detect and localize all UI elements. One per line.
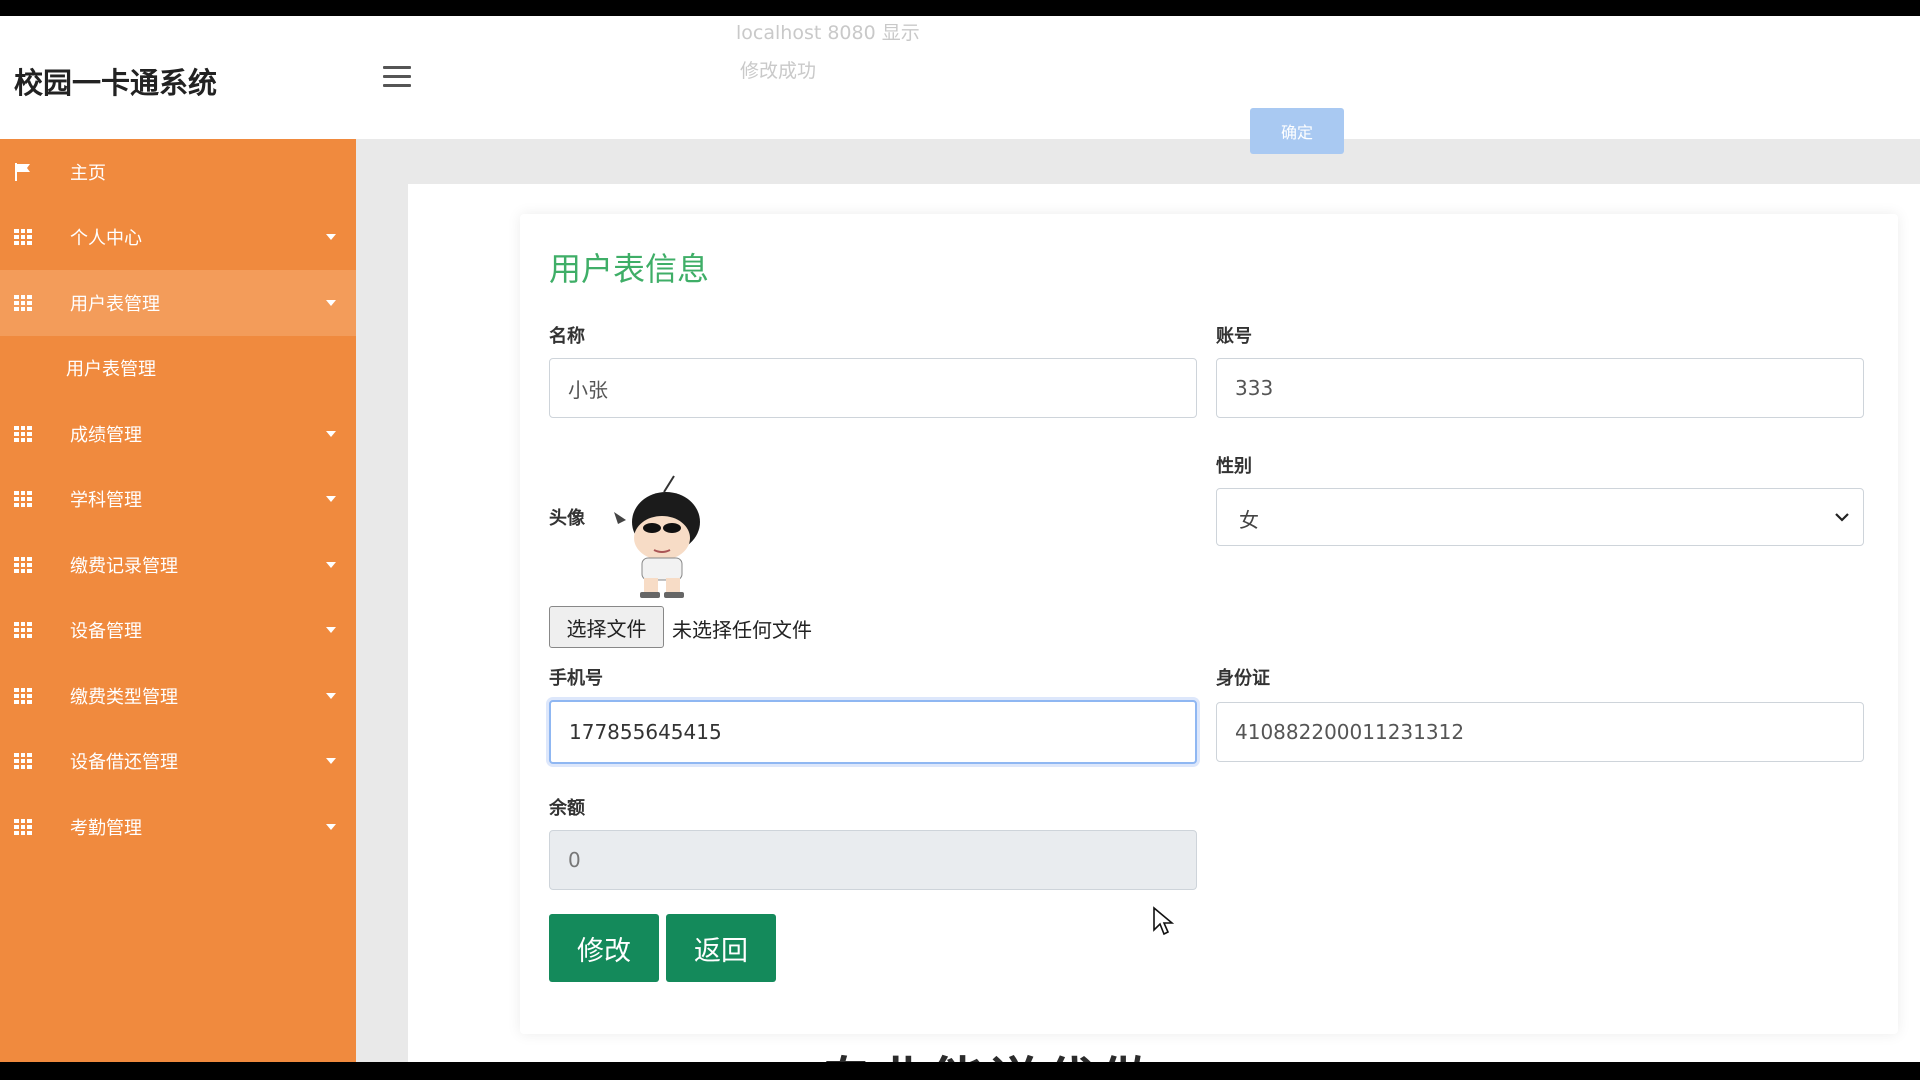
brand-title: 校园一卡通系统 <box>14 66 218 100</box>
grid-icon <box>13 817 33 837</box>
sidebar-subitem-user-management[interactable]: 用户表管理 <box>0 336 356 402</box>
sidebar-item-user-management[interactable]: 用户表管理 <box>0 270 356 336</box>
caret-down-icon <box>326 430 336 437</box>
balance-input <box>549 830 1197 890</box>
chevron-down-icon <box>1835 507 1849 526</box>
dialog-confirm-button[interactable]: 确定 <box>1250 108 1344 154</box>
back-button[interactable]: 返回 <box>666 914 776 982</box>
dialog-message-text: 修改成功 <box>740 60 817 82</box>
caret-down-icon <box>326 823 336 830</box>
top-header: 校园一卡通系统 localhost 8080 显示 修改成功 确定 <box>0 16 1920 154</box>
sidebar-item-label: 个人中心 <box>70 228 142 250</box>
avatar-image <box>604 472 714 600</box>
gender-selected-value: 女 <box>1239 508 1259 532</box>
gender-label: 性别 <box>1216 456 1252 477</box>
caret-down-icon <box>326 496 336 503</box>
account-label: 账号 <box>1216 326 1252 347</box>
flag-icon <box>13 162 33 182</box>
overlay-caption-text: 专业能说代做 <box>820 1040 1156 1062</box>
file-status-text: 未选择任何文件 <box>672 618 812 642</box>
sidebar-item-device-borrowing[interactable]: 设备借还管理 <box>0 729 356 795</box>
sidebar-item-label: 缴费类型管理 <box>70 686 178 708</box>
sidebar-item-label: 主页 <box>70 162 106 184</box>
sidebar-item-label: 设备借还管理 <box>70 752 178 774</box>
grid-icon <box>13 489 33 509</box>
sidebar-item-label: 考勤管理 <box>70 817 142 839</box>
sidebar-subitem-label: 用户表管理 <box>66 359 156 381</box>
sidebar-item-payment-types[interactable]: 缴费类型管理 <box>0 663 356 729</box>
grid-icon <box>13 227 33 247</box>
gender-select[interactable]: 女 <box>1216 488 1864 546</box>
sidebar-item-label: 用户表管理 <box>70 293 160 315</box>
grid-icon <box>13 751 33 771</box>
caret-down-icon <box>326 627 336 634</box>
choose-file-button[interactable]: 选择文件 <box>549 606 664 648</box>
phone-input[interactable] <box>549 700 1197 764</box>
grid-icon <box>13 293 33 313</box>
app-window: 校园一卡通系统 localhost 8080 显示 修改成功 确定 主页 个人中… <box>0 16 1920 1062</box>
sidebar-item-label: 学科管理 <box>70 490 142 512</box>
mouse-cursor-icon <box>1152 906 1175 940</box>
form-title: 用户表信息 <box>549 250 710 288</box>
modify-button[interactable]: 修改 <box>549 914 659 982</box>
name-input[interactable] <box>549 358 1197 418</box>
account-input[interactable] <box>1216 358 1864 418</box>
sidebar-item-devices[interactable]: 设备管理 <box>0 598 356 664</box>
sidebar-item-attendance[interactable]: 考勤管理 <box>0 794 356 860</box>
sidebar-item-label: 缴费记录管理 <box>70 555 178 577</box>
sidebar: 主页 个人中心 用户表管理 用户表管理 成绩管理 学科管理 缴费记录管理 设备管… <box>0 139 356 1062</box>
name-label: 名称 <box>549 326 585 347</box>
caret-down-icon <box>326 561 336 568</box>
caret-down-icon <box>326 758 336 765</box>
avatar-label: 头像 <box>549 508 585 529</box>
sidebar-item-grades[interactable]: 成绩管理 <box>0 401 356 467</box>
caret-down-icon <box>326 299 336 306</box>
sidebar-item-home[interactable]: 主页 <box>0 139 356 205</box>
balance-label: 余额 <box>549 798 585 819</box>
id-card-input[interactable] <box>1216 702 1864 762</box>
grid-icon <box>13 620 33 640</box>
hamburger-menu-icon[interactable] <box>383 66 411 90</box>
dialog-origin-text: localhost 8080 显示 <box>736 22 920 44</box>
sidebar-item-label: 设备管理 <box>70 621 142 643</box>
sidebar-item-personal-center[interactable]: 个人中心 <box>0 205 356 271</box>
user-info-form-card: 用户表信息 名称 账号 头像 选择文件 未选择任何文件 性别 <box>520 214 1898 1034</box>
grid-icon <box>13 424 33 444</box>
id-card-label: 身份证 <box>1216 668 1270 689</box>
grid-icon <box>13 686 33 706</box>
caret-down-icon <box>326 234 336 241</box>
grid-icon <box>13 555 33 575</box>
sidebar-item-subjects[interactable]: 学科管理 <box>0 467 356 533</box>
sidebar-item-payment-records[interactable]: 缴费记录管理 <box>0 532 356 598</box>
caret-down-icon <box>326 692 336 699</box>
phone-label: 手机号 <box>549 668 603 689</box>
sidebar-item-label: 成绩管理 <box>70 424 142 446</box>
